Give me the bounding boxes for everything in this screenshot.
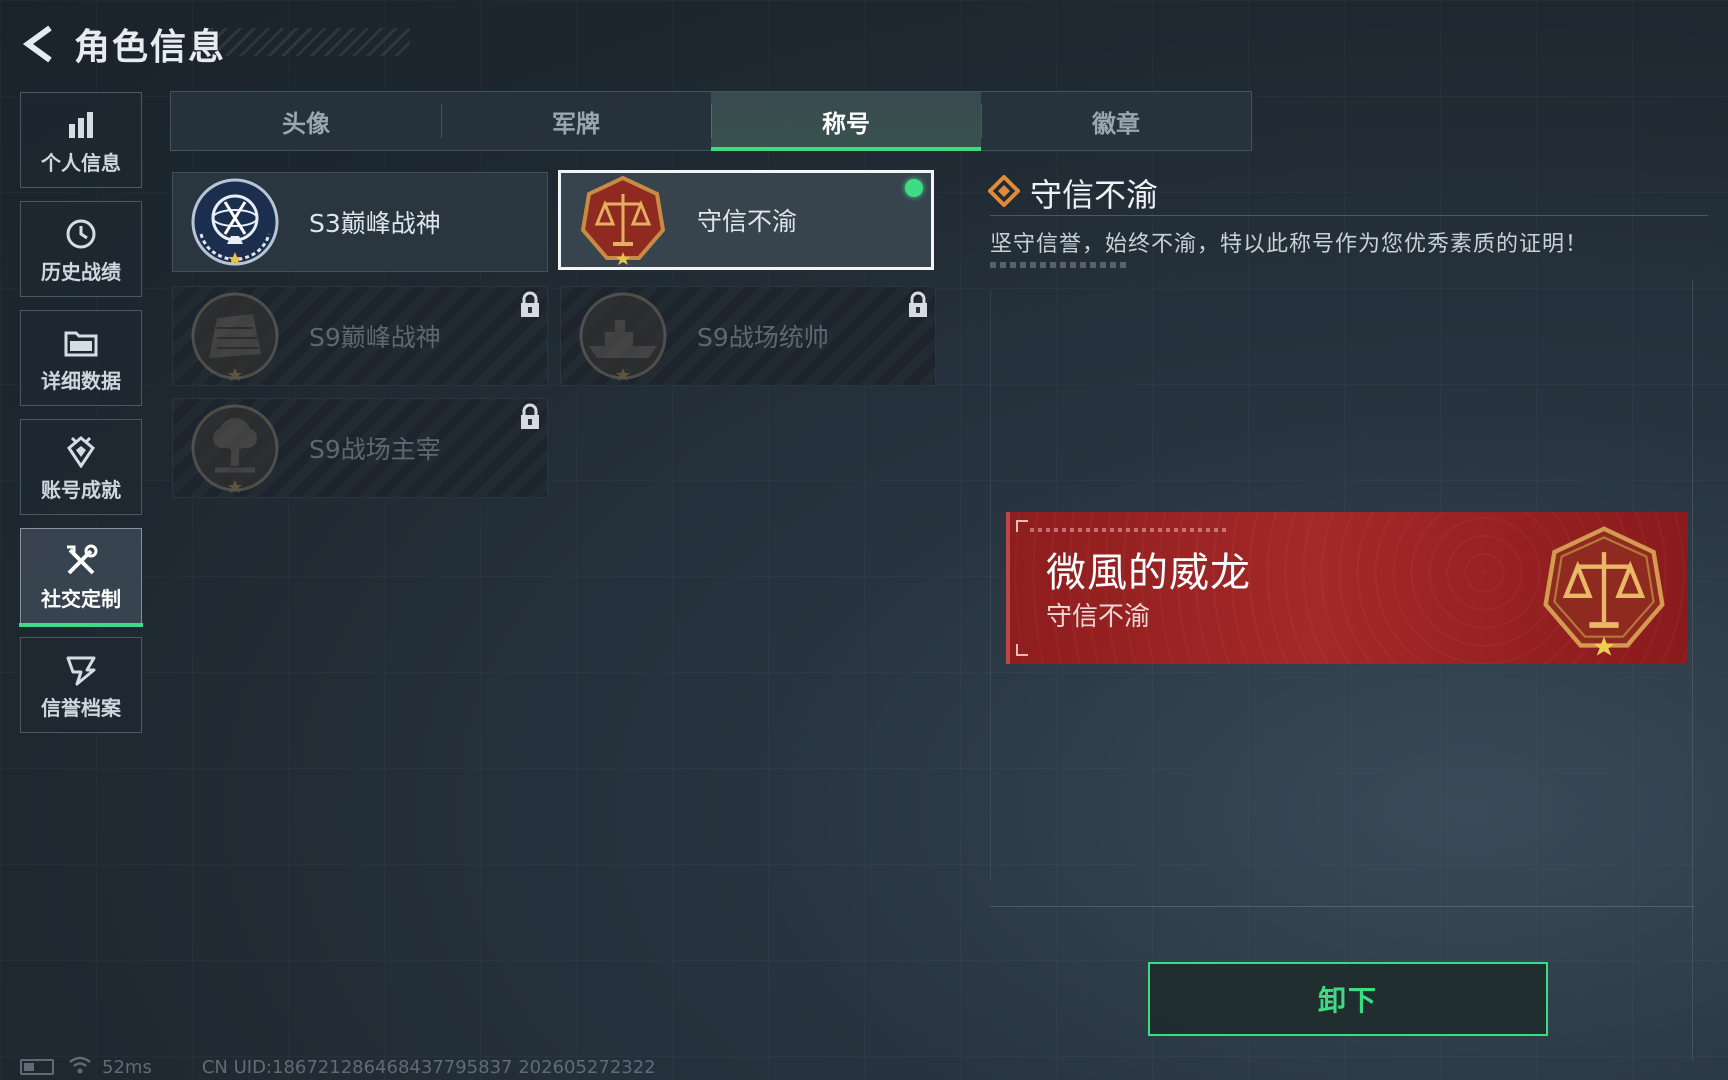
- preview-title: 守信不渝: [1046, 602, 1151, 632]
- explosion-emblem-icon: [187, 400, 283, 496]
- tab-title[interactable]: 称号: [711, 92, 981, 151]
- tab-avatar[interactable]: 头像: [171, 92, 441, 150]
- sidebar-item-social-custom[interactable]: 社交定制: [19, 528, 143, 627]
- corner-mark: [1016, 520, 1028, 532]
- sidebar-item-label: 信誉档案: [41, 695, 121, 720]
- unequip-button[interactable]: 卸下: [1148, 962, 1548, 1036]
- sidebar-item-credit-record[interactable]: 信誉档案: [20, 637, 142, 733]
- credit-icon: [65, 650, 97, 690]
- sidebar-item-history[interactable]: 历史战绩: [20, 201, 142, 297]
- sidebar: 个人信息 历史战绩 详细数据 账号成就 社交定制 信誉档案: [19, 92, 144, 746]
- unequip-label: 卸下: [1317, 984, 1378, 1017]
- ping-value: 52ms: [102, 1056, 152, 1078]
- user-uid: CN UID:18672128646843779583​7 2026052723…: [201, 1056, 656, 1078]
- tab-dog-tag[interactable]: 军牌: [441, 92, 711, 150]
- tab-badge[interactable]: 徽章: [981, 92, 1251, 150]
- scales-emblem-icon: [575, 172, 671, 268]
- fortress-emblem-icon: [187, 288, 283, 384]
- detail-title-text: 守信不渝: [1030, 176, 1159, 214]
- frame-line: [990, 906, 1694, 907]
- folder-icon: [64, 323, 98, 363]
- detail-title: 守信不渝: [987, 170, 1159, 216]
- bar-chart-icon: [66, 105, 96, 145]
- title-name: S9战场主宰: [309, 435, 441, 464]
- tools-icon: [64, 541, 98, 581]
- page-header: 角色信息: [18, 18, 226, 70]
- globe-emblem-icon: [187, 174, 283, 270]
- history-icon: [65, 214, 97, 254]
- title-name: S9战场统帅: [697, 323, 829, 352]
- detail-description: 坚守信誉，始终不渝，特以此称号作为您优秀素质的证明！: [990, 232, 1589, 257]
- title-name: S9巅峰战神: [309, 323, 441, 352]
- diamond-icon: [987, 174, 1021, 211]
- wifi-icon: [68, 1055, 92, 1080]
- lock-icon: [907, 291, 929, 323]
- sidebar-item-achievements[interactable]: 账号成就: [20, 419, 142, 515]
- scales-emblem-icon: [1534, 520, 1674, 660]
- sidebar-item-label: 详细数据: [41, 368, 121, 393]
- equipped-indicator: [905, 179, 923, 197]
- title-preview-banner: 微風的威龙 守信不渝: [1006, 512, 1688, 664]
- frame-line: [990, 290, 991, 880]
- title-card-keep-faith[interactable]: 守信不渝: [558, 170, 934, 270]
- sidebar-item-personal-info[interactable]: 个人信息: [20, 92, 142, 188]
- page-title: 角色信息: [74, 27, 227, 68]
- sidebar-item-detailed-data[interactable]: 详细数据: [20, 310, 142, 406]
- frame-line: [1692, 280, 1693, 1060]
- title-card-s3-peak[interactable]: S3巅峰战神: [172, 172, 548, 272]
- sidebar-item-label: 社交定制: [41, 586, 121, 611]
- chevron-left-icon[interactable]: [18, 22, 58, 66]
- battleship-emblem-icon: [575, 288, 671, 384]
- corner-mark: [1016, 644, 1028, 656]
- lock-icon: [519, 291, 541, 323]
- sidebar-item-label: 个人信息: [41, 150, 121, 175]
- lock-icon: [519, 403, 541, 435]
- title-name: 守信不渝: [697, 207, 798, 236]
- decorative-microtext: [1030, 528, 1230, 532]
- category-tabs: 头像 军牌 称号 徽章: [170, 91, 1252, 151]
- title-card-s9-commander[interactable]: S9战场统帅: [560, 286, 936, 386]
- status-bar: 52ms CN UID:18672128646843779583​7 20260…: [20, 1054, 656, 1080]
- divider: [990, 215, 1708, 216]
- battery-icon: [20, 1059, 54, 1075]
- achievement-icon: [66, 432, 96, 472]
- title-decoration: [210, 28, 410, 56]
- title-card-s9-peak[interactable]: S9巅峰战神: [172, 286, 548, 386]
- sidebar-item-label: 账号成就: [41, 477, 121, 502]
- title-name: S3巅峰战神: [309, 209, 441, 238]
- player-name: 微風的威龙: [1046, 550, 1251, 596]
- decorative-dash-line: [990, 262, 1126, 268]
- title-card-s9-dominator[interactable]: S9战场主宰: [172, 398, 548, 498]
- sidebar-item-label: 历史战绩: [41, 259, 121, 284]
